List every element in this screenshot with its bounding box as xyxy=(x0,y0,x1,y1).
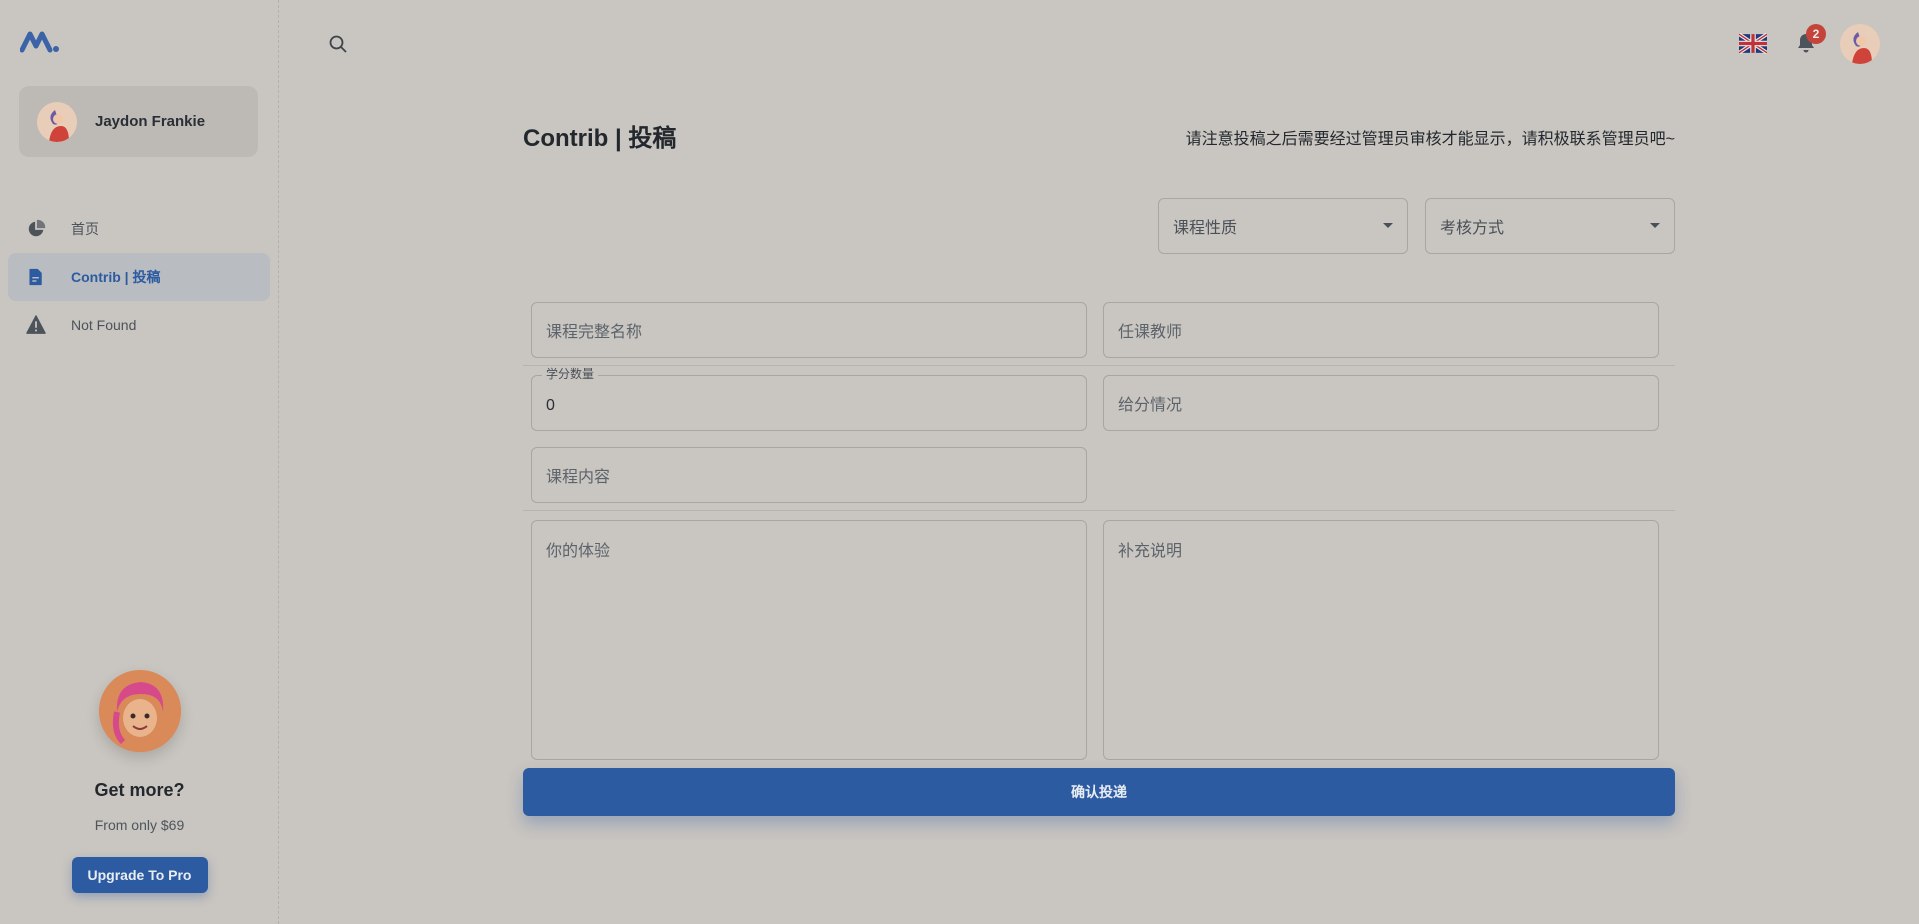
input-placeholder: 课程内容 xyxy=(546,469,611,486)
course-content-input[interactable]: 课程内容 xyxy=(531,447,1087,503)
upgrade-button[interactable]: Upgrade To Pro xyxy=(71,857,208,893)
input-value: 0 xyxy=(546,397,555,414)
upgrade-promo: Get more? From only $69 Upgrade To Pro xyxy=(0,670,279,893)
credits-label: 学分数量 xyxy=(542,367,599,381)
course-type-select[interactable]: 课程性质 xyxy=(1158,198,1408,254)
avatar xyxy=(37,101,77,142)
document-icon xyxy=(25,266,47,288)
grading-input[interactable]: 给分情况 xyxy=(1103,375,1659,431)
page-title: Contrib | 投稿 xyxy=(523,125,677,152)
sidebar-item-label: Not Found xyxy=(71,317,137,333)
sidebar-item-home[interactable]: 首页 xyxy=(8,205,270,253)
app-logo[interactable] xyxy=(20,30,60,54)
sidebar-nav: 首页 Contrib | 投稿 Not Found xyxy=(8,205,270,349)
input-placeholder: 给分情况 xyxy=(1118,397,1183,414)
account-card[interactable]: Jaydon Frankie xyxy=(19,86,258,157)
input-placeholder: 课程完整名称 xyxy=(546,324,643,341)
account-name: Jaydon Frankie xyxy=(95,113,206,130)
caret-down-icon xyxy=(1650,223,1660,228)
sidebar-item-contrib[interactable]: Contrib | 投稿 xyxy=(8,253,270,301)
sidebar-item-not-found[interactable]: Not Found xyxy=(8,301,270,349)
caret-down-icon xyxy=(1383,223,1393,228)
sidebar: Jaydon Frankie 首页 Contrib | 投稿 Not Found… xyxy=(0,0,279,924)
pie-chart-icon xyxy=(25,218,47,240)
promo-title: Get more? xyxy=(94,780,185,800)
warning-icon xyxy=(25,314,47,336)
teacher-input[interactable]: 任课教师 xyxy=(1103,302,1659,358)
notes-textarea[interactable]: 补充说明 xyxy=(1103,520,1659,760)
search-icon[interactable] xyxy=(328,34,348,54)
textarea-placeholder: 补充说明 xyxy=(1118,543,1183,560)
notification-badge: 2 xyxy=(1806,24,1826,44)
promo-subtitle: From only $69 xyxy=(94,817,185,833)
submit-button[interactable]: 确认投递 xyxy=(523,768,1675,816)
section-divider xyxy=(523,365,1675,366)
select-placeholder: 考核方式 xyxy=(1440,220,1505,237)
credits-input[interactable]: 学分数量 0 xyxy=(531,367,1087,431)
assessment-method-select[interactable]: 考核方式 xyxy=(1425,198,1675,254)
promo-character-illustration xyxy=(98,670,181,752)
sidebar-item-label: Contrib | 投稿 xyxy=(71,269,161,285)
course-name-input[interactable]: 课程完整名称 xyxy=(531,302,1087,358)
user-avatar[interactable] xyxy=(1840,24,1880,64)
select-placeholder: 课程性质 xyxy=(1173,220,1238,237)
submission-notice: 请注意投稿之后需要经过管理员审核才能显示，请积极联系管理员吧~ xyxy=(1185,131,1675,148)
sidebar-item-label: 首页 xyxy=(71,221,99,237)
textarea-placeholder: 你的体验 xyxy=(546,543,611,560)
experience-textarea[interactable]: 你的体验 xyxy=(531,520,1087,760)
uk-flag-icon[interactable] xyxy=(1739,33,1767,54)
input-placeholder: 任课教师 xyxy=(1118,324,1183,341)
section-divider xyxy=(523,510,1675,511)
